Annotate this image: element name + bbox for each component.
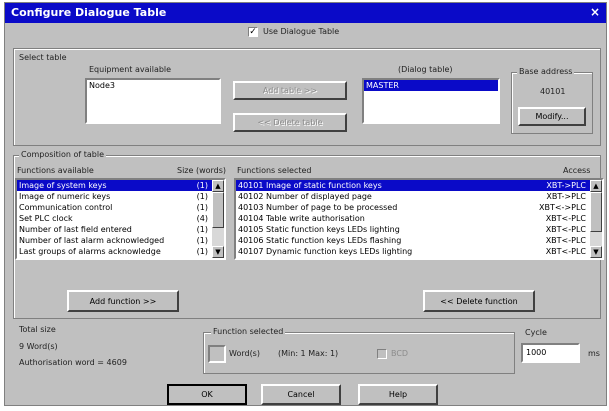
function-name: 40107 Dynamic function keys LEDs lightin… xyxy=(238,247,413,256)
function-size: (1) xyxy=(196,192,208,201)
window-title: Configure Dialogue Table xyxy=(11,6,167,19)
composition-label: Composition of table xyxy=(19,150,107,159)
words-input[interactable] xyxy=(208,345,226,363)
functions-available-label: Functions available xyxy=(17,166,94,175)
scroll-thumb[interactable] xyxy=(212,192,224,228)
function-name: 40103 Number of page to be processed xyxy=(238,203,398,212)
total-size-value: 9 Word(s) xyxy=(19,342,58,351)
scroll-down-icon[interactable]: ▼ xyxy=(212,246,224,258)
function-name: 40104 Table write authorisation xyxy=(238,214,365,223)
list-item[interactable]: 40101 Image of static function keys XBT->… xyxy=(236,180,602,191)
add-function-button[interactable]: Add function >> xyxy=(67,290,179,312)
access-label: Access xyxy=(563,166,591,175)
list-item[interactable]: Number of last field entered (1) xyxy=(17,224,224,235)
words-label: Word(s) xyxy=(229,349,260,358)
use-dialogue-table-checkbox[interactable]: ✓ xyxy=(248,27,258,37)
function-access: XBT<-PLC xyxy=(545,225,586,234)
list-item[interactable]: 40104 Table write authorisation XBT<-PLC xyxy=(236,213,602,224)
modify-button[interactable]: Modify... xyxy=(518,107,586,126)
select-table-label: Select table xyxy=(19,53,67,62)
base-address-label: Base address xyxy=(517,67,575,76)
delete-table-button[interactable]: << Delete table xyxy=(233,113,347,132)
use-dialogue-table-label: Use Dialogue Table xyxy=(263,27,340,36)
scroll-up-icon[interactable]: ▲ xyxy=(590,180,602,192)
bcd-label: BCD xyxy=(391,349,409,358)
functions-selected-label: Functions selected xyxy=(237,166,312,175)
functions-available-list[interactable]: Image of system keys (1) Image of numeric… xyxy=(15,178,226,260)
function-name: Number of last alarm acknowledged xyxy=(19,236,165,245)
add-table-button[interactable]: Add table >> xyxy=(233,81,347,100)
list-item[interactable]: 40106 Static function keys LEDs flashing… xyxy=(236,235,602,246)
bcd-checkbox[interactable] xyxy=(377,349,387,359)
list-item[interactable]: Last groups of alarms acknowledge (1) xyxy=(17,246,224,257)
scroll-down-icon[interactable]: ▼ xyxy=(590,246,602,258)
list-item[interactable]: 40102 Number of displayed page XBT->PLC xyxy=(236,191,602,202)
total-size-label: Total size xyxy=(19,325,56,334)
authorisation-word: Authorisation word = 4609 xyxy=(19,358,127,367)
function-selected-label: Function selected xyxy=(211,327,286,336)
scroll-up-icon[interactable]: ▲ xyxy=(212,180,224,192)
function-name: Communication control xyxy=(19,203,113,212)
ok-button[interactable]: OK xyxy=(167,384,247,405)
help-button[interactable]: Help xyxy=(358,384,438,405)
words-range: (Min: 1 Max: 1) xyxy=(278,349,339,358)
dialog-table-list[interactable]: MASTER xyxy=(362,78,500,124)
function-name: Number of last field entered xyxy=(19,225,132,234)
list-item[interactable]: Node3 xyxy=(87,80,219,91)
list-item[interactable]: Set PLC clock (4) xyxy=(17,213,224,224)
list-item[interactable]: 40105 Static function keys LEDs lighting… xyxy=(236,224,602,235)
title-bar: Configure Dialogue Table × xyxy=(5,3,606,23)
list-item[interactable]: MASTER xyxy=(364,80,498,91)
equipment-available-label: Equipment available xyxy=(89,65,172,74)
function-name: Image of system keys xyxy=(19,181,107,190)
function-access: XBT<-PLC xyxy=(545,214,586,223)
list-item[interactable]: 40103 Number of page to be processed XBT<… xyxy=(236,202,602,213)
function-name: 40105 Static function keys LEDs lighting xyxy=(238,225,400,234)
cycle-input[interactable]: 1000 xyxy=(521,343,580,363)
function-size: (1) xyxy=(196,247,208,256)
equipment-available-list[interactable]: Node3 xyxy=(85,78,221,124)
cycle-unit: ms xyxy=(588,349,600,358)
function-name: 40101 Image of static function keys xyxy=(238,181,382,190)
function-size: (1) xyxy=(196,181,208,190)
function-size: (1) xyxy=(196,203,208,212)
delete-function-button[interactable]: << Delete function xyxy=(423,290,535,312)
list-item[interactable]: 40107 Dynamic function keys LEDs lightin… xyxy=(236,246,602,257)
function-name: 40106 Static function keys LEDs flashing xyxy=(238,236,402,245)
available-scrollbar[interactable]: ▲ ▼ xyxy=(212,180,224,258)
function-access: XBT->PLC xyxy=(546,181,586,190)
function-size: (1) xyxy=(196,225,208,234)
list-item[interactable]: Image of numeric keys (1) xyxy=(17,191,224,202)
function-access: XBT<-PLC xyxy=(545,236,586,245)
cycle-label: Cycle xyxy=(525,328,547,337)
function-size: (1) xyxy=(196,236,208,245)
base-address-value: 40101 xyxy=(540,87,566,96)
list-item[interactable]: Image of system keys (1) xyxy=(17,180,224,191)
function-name: 40102 Number of displayed page xyxy=(238,192,372,201)
list-item[interactable]: Communication control (1) xyxy=(17,202,224,213)
function-size: (4) xyxy=(196,214,208,223)
function-name: Last groups of alarms acknowledge xyxy=(19,247,161,256)
selected-scrollbar[interactable]: ▲ ▼ xyxy=(590,180,602,258)
close-icon[interactable]: × xyxy=(588,5,602,19)
size-words-label: Size (words) xyxy=(177,166,227,175)
function-access: XBT<-PLC xyxy=(545,247,586,256)
function-name: Set PLC clock xyxy=(19,214,73,223)
functions-selected-list[interactable]: 40101 Image of static function keys XBT->… xyxy=(234,178,604,260)
function-access: XBT->PLC xyxy=(546,192,586,201)
cancel-button[interactable]: Cancel xyxy=(261,384,341,405)
function-access: XBT<->PLC xyxy=(538,203,586,212)
dialog-table-label: (Dialog table) xyxy=(398,65,453,74)
dialog-window: Configure Dialogue Table × ✓ Use Dialogu… xyxy=(4,2,607,406)
scroll-thumb[interactable] xyxy=(590,192,602,232)
function-name: Image of numeric keys xyxy=(19,192,111,201)
list-item[interactable]: Number of last alarm acknowledged (1) xyxy=(17,235,224,246)
